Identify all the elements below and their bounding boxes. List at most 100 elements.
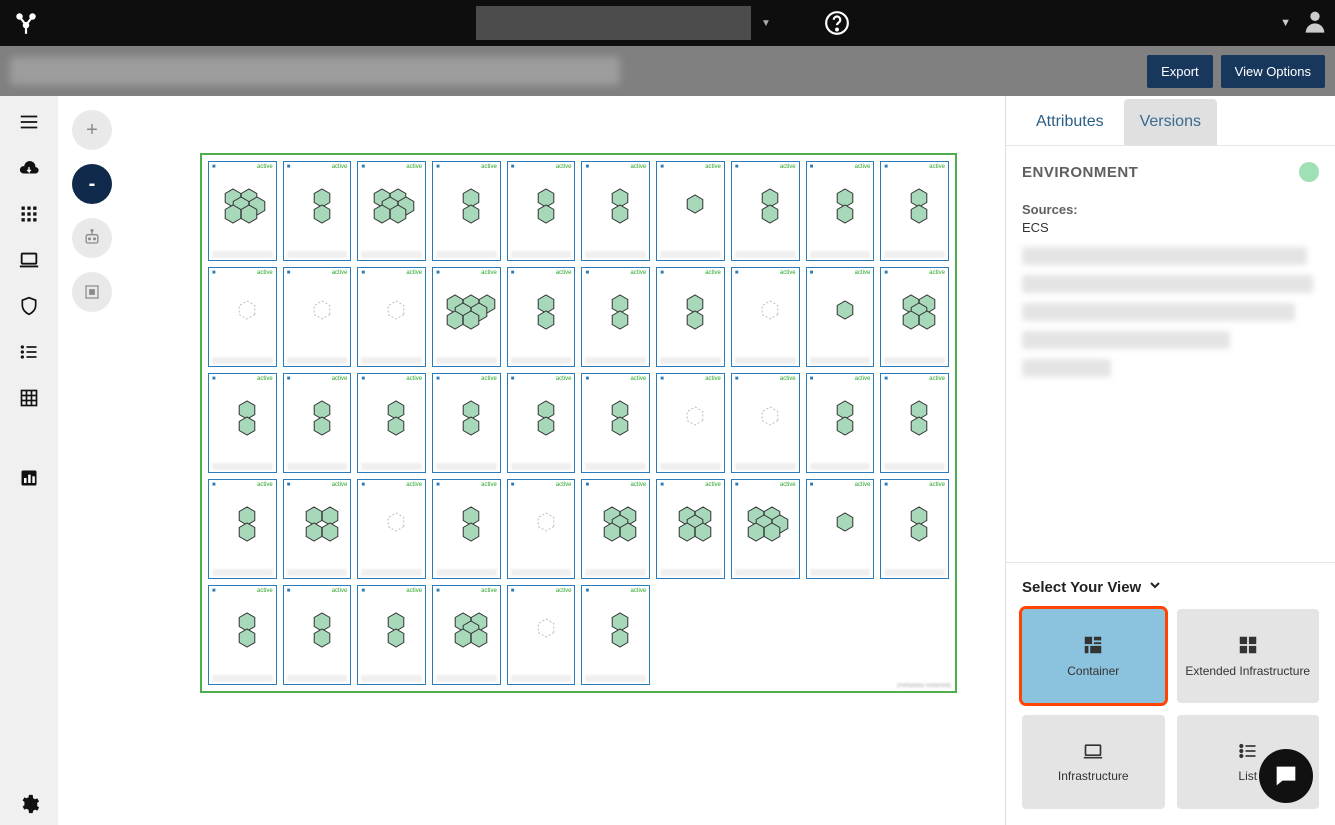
container-card[interactable]: ■active	[581, 161, 650, 261]
zoom-out-button[interactable]: -	[72, 164, 112, 204]
export-button[interactable]: Export	[1147, 55, 1213, 88]
container-card[interactable]: ■active	[880, 267, 949, 367]
container-card[interactable]: ■active	[507, 373, 576, 473]
container-card[interactable]: ■active	[208, 479, 277, 579]
container-card[interactable]: ■active	[357, 585, 426, 685]
container-card[interactable]: ■active	[283, 161, 352, 261]
logo-icon	[13, 10, 39, 36]
container-card[interactable]: ■active	[208, 267, 277, 367]
container-card[interactable]: ■active	[283, 373, 352, 473]
table-icon[interactable]	[17, 386, 41, 410]
view-tile-container[interactable]: Container	[1022, 609, 1165, 703]
sources-label: Sources:	[1022, 202, 1319, 217]
container-card[interactable]: ■active	[880, 161, 949, 261]
view-tile-infrastructure[interactable]: Infrastructure	[1022, 715, 1165, 809]
chat-icon	[1272, 762, 1300, 790]
container-card[interactable]: ■active	[731, 479, 800, 579]
view-selector-label: Select Your View	[1022, 579, 1141, 596]
container-card[interactable]: ■active	[283, 267, 352, 367]
menu-icon[interactable]	[17, 110, 41, 134]
container-card[interactable]: ■active	[731, 373, 800, 473]
container-card[interactable]: ■active	[357, 267, 426, 367]
account-icon[interactable]	[1301, 7, 1329, 40]
container-card[interactable]: ■active	[880, 479, 949, 579]
zoom-in-button[interactable]: +	[72, 110, 112, 150]
chat-launcher[interactable]	[1259, 749, 1313, 803]
view-tile-extended-infra-label: Extended Infrastructure	[1185, 664, 1310, 678]
view-selector-heading[interactable]: Select Your View	[1022, 577, 1319, 597]
container-card[interactable]: ■active	[208, 585, 277, 685]
zoom-controls: + -	[72, 110, 112, 312]
container-card[interactable]: ■active	[357, 479, 426, 579]
container-card[interactable]: ■active	[581, 373, 650, 473]
container-card[interactable]: ■active	[507, 479, 576, 579]
container-card[interactable]: ■active	[432, 267, 501, 367]
container-card[interactable]: ■active	[507, 267, 576, 367]
container-card[interactable]: ■active	[432, 373, 501, 473]
container-grid: ■active■active■active■active■active■acti…	[208, 161, 949, 685]
container-card[interactable]: ■active	[283, 585, 352, 685]
container-card[interactable]: ■active	[806, 267, 875, 367]
view-tile-list-label: List	[1238, 769, 1257, 783]
grid-footer-note: (metadata redacted)	[897, 683, 951, 689]
container-card[interactable]: ■active	[507, 161, 576, 261]
list-icon[interactable]	[17, 340, 41, 364]
zoom-auto-button[interactable]	[72, 218, 112, 258]
zoom-fit-button[interactable]	[72, 272, 112, 312]
sources-value: ECS	[1022, 220, 1319, 235]
container-card[interactable]: ■active	[806, 373, 875, 473]
container-card[interactable]: ■active	[656, 479, 725, 579]
environment-heading: ENVIRONMENT	[1022, 164, 1138, 181]
container-grid-wrapper: ■active■active■active■active■active■acti…	[200, 153, 957, 693]
bar-chart-icon[interactable]	[17, 466, 41, 490]
container-card[interactable]: ■active	[432, 479, 501, 579]
attributes-redacted	[1022, 247, 1319, 377]
left-nav-rail	[0, 96, 58, 825]
container-card[interactable]: ■active	[581, 479, 650, 579]
container-view-icon	[1082, 634, 1104, 656]
laptop-icon[interactable]	[17, 248, 41, 272]
container-card[interactable]: ■active	[656, 373, 725, 473]
tab-attributes[interactable]: Attributes	[1020, 99, 1120, 145]
search-input[interactable]	[476, 6, 751, 40]
page-header-actions: Export View Options	[1147, 55, 1325, 88]
search-container: ▼	[476, 6, 771, 40]
container-card[interactable]: ■active	[656, 161, 725, 261]
container-card[interactable]: ■active	[357, 161, 426, 261]
container-card[interactable]: ■active	[806, 479, 875, 579]
main-canvas[interactable]: + - ■active■active■active■active■active■…	[58, 96, 1005, 825]
help-icon[interactable]	[824, 10, 850, 41]
container-card[interactable]: ■active	[880, 373, 949, 473]
container-card[interactable]: ■active	[208, 373, 277, 473]
shield-icon[interactable]	[17, 294, 41, 318]
chevron-down-icon	[1147, 577, 1163, 597]
apps-grid-icon[interactable]	[17, 202, 41, 226]
search-dropdown-caret[interactable]: ▼	[761, 18, 771, 29]
container-card[interactable]: ■active	[283, 479, 352, 579]
container-card[interactable]: ■active	[432, 585, 501, 685]
tab-versions[interactable]: Versions	[1124, 99, 1217, 145]
container-card[interactable]: ■active	[581, 585, 650, 685]
status-dot	[1299, 162, 1319, 182]
right-panel: Attributes Versions ENVIRONMENT Sources:…	[1005, 96, 1335, 825]
container-card[interactable]: ■active	[432, 161, 501, 261]
container-card[interactable]: ■active	[731, 267, 800, 367]
container-card[interactable]: ■active	[208, 161, 277, 261]
container-card[interactable]: ■active	[581, 267, 650, 367]
container-card[interactable]: ■active	[507, 585, 576, 685]
list-view-icon	[1237, 741, 1259, 761]
cloud-download-icon[interactable]	[17, 156, 41, 180]
top-bar: ▼ ▼	[0, 0, 1335, 46]
view-options-button[interactable]: View Options	[1221, 55, 1325, 88]
container-card[interactable]: ■active	[357, 373, 426, 473]
container-card[interactable]: ■active	[806, 161, 875, 261]
page-title-redacted	[10, 57, 620, 85]
page-header-bar: Export View Options	[0, 46, 1335, 96]
view-tile-extended-infrastructure[interactable]: Extended Infrastructure	[1177, 609, 1320, 703]
container-card[interactable]: ■active	[656, 267, 725, 367]
product-logo[interactable]	[6, 10, 46, 36]
right-panel-tabs: Attributes Versions	[1006, 96, 1335, 146]
container-card[interactable]: ■active	[731, 161, 800, 261]
settings-icon[interactable]	[0, 793, 58, 815]
account-dropdown-caret[interactable]: ▼	[1280, 17, 1291, 29]
